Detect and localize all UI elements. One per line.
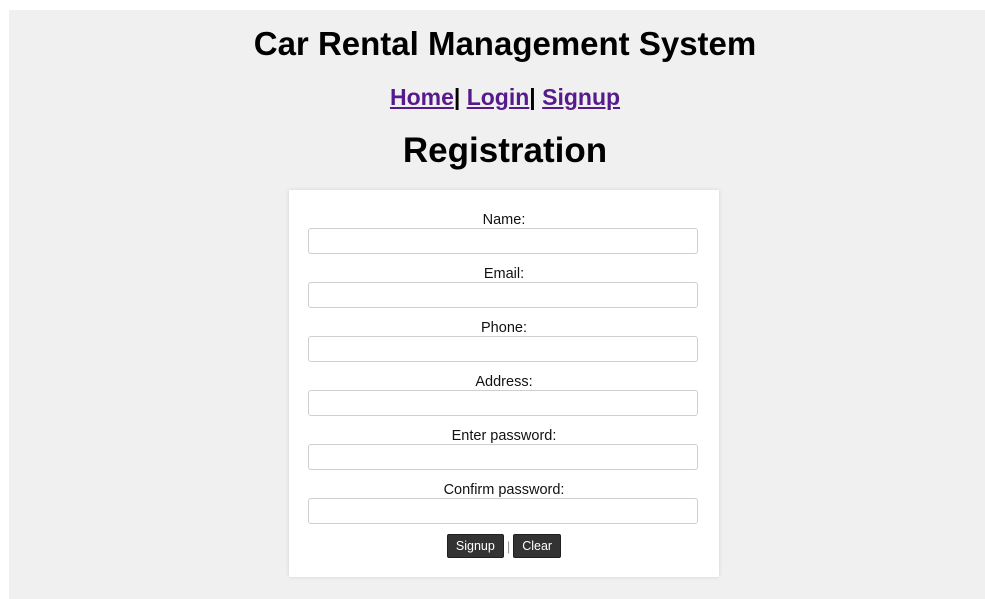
button-separator: | (506, 538, 511, 554)
site-title: Car Rental Management System (253, 25, 757, 62)
password-input[interactable] (308, 444, 698, 470)
name-label: Name: (482, 212, 526, 228)
page-heading: Registration (402, 131, 608, 170)
nav-link-home[interactable]: Home (390, 84, 454, 110)
nav-separator: | (529, 84, 536, 110)
phone-input[interactable] (308, 336, 698, 362)
page-container: Car Rental Management System Home| Login… (9, 10, 985, 599)
clear-button[interactable]: Clear (513, 534, 562, 558)
email-label: Email: (483, 266, 525, 282)
registration-form: Name: Email: Phone: Address: Enter passw… (289, 190, 719, 577)
phone-label: Phone: (481, 320, 527, 336)
form-actions: Signup | Clear (289, 534, 719, 558)
nav-bar: Home| Login| Signup (9, 83, 985, 111)
nav-separator: | (453, 84, 461, 110)
address-label: Address: (475, 374, 533, 390)
address-input[interactable] (308, 390, 698, 416)
name-input[interactable] (308, 228, 698, 254)
password-label: Enter password: (451, 428, 557, 444)
nav-link-signup[interactable]: Signup (542, 84, 620, 110)
confirm-password-label: Confirm password: (443, 482, 565, 498)
signup-button[interactable]: Signup (446, 534, 504, 558)
nav-link-login[interactable]: Login (467, 84, 530, 110)
email-input[interactable] (308, 282, 698, 308)
confirm-password-input[interactable] (308, 498, 698, 524)
